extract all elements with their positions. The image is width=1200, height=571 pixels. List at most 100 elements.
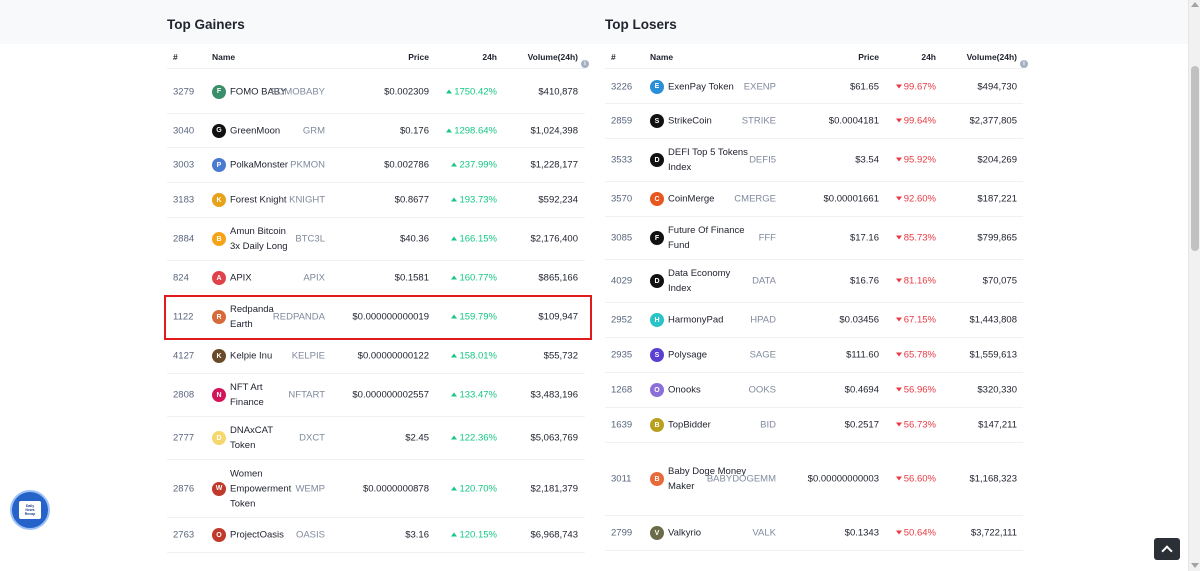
back-to-top-button[interactable]: [1154, 538, 1180, 560]
change-24h-cell: 120.70%: [451, 483, 497, 494]
table-row[interactable]: 824 A APIX APIX $0.1581 160.77% $865,166: [167, 261, 585, 296]
header-rank-label: #: [611, 52, 616, 62]
coin-symbol: CMERGE: [734, 193, 776, 205]
coin-name-link[interactable]: ProjectOasis: [230, 528, 292, 543]
info-icon[interactable]: i: [1020, 60, 1028, 68]
coin-symbol: GRM: [302, 125, 325, 136]
scroll-up-icon[interactable]: [1191, 2, 1199, 7]
volume-cell: $1,024,398: [530, 125, 578, 136]
table-row[interactable]: 3040 G GreenMoon GRM $0.176 1298.64% $1,024,39…: [167, 114, 585, 148]
header-change[interactable]: 24h: [921, 52, 936, 62]
coin-name-link[interactable]: ExenPay Token: [668, 79, 752, 94]
babydogemm-icon: B: [650, 472, 664, 486]
table-row[interactable]: 2763 O ProjectOasis OASIS $3.16 120.15% $6,968…: [167, 518, 585, 553]
header-name-label: Name: [650, 52, 674, 62]
coin-symbol: KELPIE: [291, 350, 325, 362]
coin-name-link[interactable]: TopBidder: [668, 418, 752, 433]
change-24h-value: 133.47%: [459, 389, 497, 401]
coin-name-link[interactable]: Amun Bitcoin 3x Daily Long: [230, 224, 292, 254]
wemp-icon: W: [212, 481, 226, 496]
table-row[interactable]: 3226 E ExenPay Token EXENP $61.65 99.67% $494,…: [605, 70, 1023, 104]
table-row[interactable]: 3570 C CoinMerge CMERGE $0.00001661 92.60% $18…: [605, 182, 1023, 217]
header-volume[interactable]: Volume(24h) i: [528, 52, 589, 68]
volume-cell: $2,181,379: [530, 483, 578, 494]
header-change[interactable]: 24h: [482, 52, 497, 62]
header-price[interactable]: Price: [408, 52, 429, 62]
volume-cell: $865,166: [538, 272, 578, 284]
coin-name-link[interactable]: NFT Art Finance: [230, 380, 292, 410]
vertical-scrollbar[interactable]: [1188, 0, 1200, 571]
table-row[interactable]: 3183 K Forest Knight KNIGHT $0.8677 193.73% $5…: [167, 183, 585, 218]
daily-news-recap-badge[interactable]: Daily News Recap: [10, 490, 50, 530]
coin-symbol: EXENP: [743, 81, 776, 92]
rank-cell: 2808: [173, 389, 195, 401]
table-row[interactable]: 3279 F FOMO BABY FOMOBABY $0.002309 1750.42% $…: [167, 70, 585, 114]
price-cell: $0.0004181: [828, 115, 879, 127]
volume-cell: $204,269: [977, 154, 1017, 166]
change-24h-cell: 99.67%: [895, 81, 936, 92]
tv-screen-icon: Daily News Recap: [19, 501, 41, 519]
table-row[interactable]: 1639 B TopBidder BID $0.2517 56.73% $147,211: [605, 408, 1023, 443]
table-row[interactable]: 3011 B Baby Doge Money Maker BABYDOGEMM $0.0…: [605, 443, 1023, 516]
coin-name-link[interactable]: DNAxCAT Token: [230, 423, 292, 453]
coin-symbol: BTC3L: [295, 233, 325, 245]
coin-name-link[interactable]: Kelpie Inu: [230, 349, 292, 364]
change-24h-cell: 56.73%: [895, 420, 936, 431]
amun-bitcoin-icon: B: [212, 232, 226, 246]
coin-name-link[interactable]: Valkyrio: [668, 526, 752, 541]
table-row[interactable]: 3533 D DEFI Top 5 Tokens Index DEFI5 $3.54 95…: [605, 139, 1023, 182]
table-row[interactable]: 4127 K Kelpie Inu KELPIE $0.00000000122 158.0…: [167, 339, 585, 374]
table-row[interactable]: 3085 F Future Of Finance Fund FFF $17.16 85.7…: [605, 217, 1023, 260]
coin-name-link[interactable]: GreenMoon: [230, 123, 292, 138]
caret-down-icon: [895, 422, 902, 427]
coin-name-link[interactable]: Forest Knight: [230, 193, 292, 208]
header-price[interactable]: Price: [858, 52, 879, 62]
info-icon[interactable]: i: [581, 60, 589, 68]
rank-cell: 3011: [611, 473, 632, 485]
coin-name-link[interactable]: PolkaMonster: [230, 158, 292, 173]
scrollbar-thumb[interactable]: [1191, 66, 1199, 251]
table-row[interactable]: 2777 D DNAxCAT Token DXCT $2.45 122.36% $5,063…: [167, 417, 585, 460]
coin-name-link[interactable]: Future Of Finance Fund: [668, 223, 752, 253]
header-name: Name: [212, 52, 235, 62]
rank-cell: 1268: [611, 384, 633, 396]
table-row[interactable]: 2876 W Women Empowerment Token WEMP $0.00000…: [167, 460, 585, 518]
coin-name-link[interactable]: APIX: [230, 271, 292, 286]
scroll-down-icon[interactable]: [1191, 563, 1199, 568]
table-row[interactable]: 4029 D Data Economy Index DATA $16.76 81.16% $…: [605, 260, 1023, 303]
price-cell: $0.03456: [839, 314, 879, 326]
price-cell: $17.16: [849, 232, 879, 244]
table-row[interactable]: 2952 H HarmonyPad HPAD $0.03456 67.15% $1,443,…: [605, 303, 1023, 338]
table-row[interactable]: 2799 V Valkyrio VALK $0.1343 50.64% $3,722,111: [605, 516, 1023, 551]
coin-name-link[interactable]: StrikeCoin: [668, 114, 752, 129]
top-gainers-title: Top Gainers: [167, 17, 245, 32]
table-row[interactable]: 3003 P PolkaMonster PKMON $0.002786 237.99% $1…: [167, 148, 585, 183]
nftart-icon: N: [212, 388, 226, 402]
coin-name-link[interactable]: Onooks: [668, 383, 752, 398]
coin-name-link[interactable]: Data Economy Index: [668, 266, 752, 296]
table-row[interactable]: 2884 B Amun Bitcoin 3x Daily Long BTC3L $40.…: [167, 218, 585, 261]
oasis-icon: O: [212, 528, 226, 542]
price-cell: $61.65: [849, 81, 879, 92]
caret-up-icon: [446, 89, 453, 93]
coin-name-link[interactable]: Polysage: [668, 348, 752, 363]
price-cell: $0.1343: [844, 527, 879, 539]
table-row[interactable]: 2808 N NFT Art Finance NFTART $0.00000000255…: [167, 374, 585, 417]
rank-cell: 2935: [611, 349, 633, 361]
change-24h-value: 99.64%: [903, 115, 936, 127]
exenpay-icon: E: [650, 79, 664, 94]
table-row[interactable]: 2935 S Polysage SAGE $111.60 65.78% $1,559,613: [605, 338, 1023, 373]
table-row[interactable]: 2859 S StrikeCoin STRIKE $0.0004181 99.64% $2,…: [605, 104, 1023, 139]
header-volume[interactable]: Volume(24h) i: [967, 52, 1028, 68]
table-row[interactable]: 1268 O Onooks OOKS $0.4694 56.96% $320,330: [605, 373, 1023, 408]
coin-name-link[interactable]: DEFI Top 5 Tokens Index: [668, 145, 752, 175]
rank-cell: 2799: [611, 527, 633, 539]
price-cell: $0.1581: [394, 272, 429, 284]
caret-up-icon: [451, 486, 458, 490]
coin-name-link[interactable]: Women Empowerment Token: [230, 466, 292, 511]
change-24h-cell: 50.64%: [895, 528, 936, 539]
volume-cell: $799,865: [977, 232, 1017, 244]
change-24h-value: 56.96%: [903, 384, 936, 396]
coinmerge-icon: C: [650, 192, 664, 206]
coin-name-link[interactable]: HarmonyPad: [668, 313, 752, 328]
